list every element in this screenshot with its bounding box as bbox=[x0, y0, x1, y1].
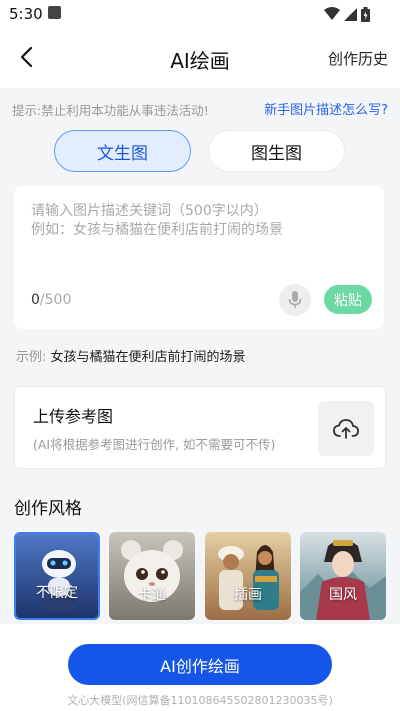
microphone-icon bbox=[288, 291, 302, 308]
tab-image-to-image[interactable]: 图生图 bbox=[208, 130, 345, 172]
style-section-title: 创作风格 bbox=[14, 499, 82, 519]
hint-row: 提示:禁止利用本功能从事违法活动! 新手图片描述怎么写? bbox=[0, 96, 400, 120]
warning-hint: 提示:禁止利用本功能从事违法活动! bbox=[12, 103, 209, 118]
create-button[interactable]: AI创作绘画 bbox=[68, 644, 332, 685]
char-count-max: /500 bbox=[39, 292, 72, 308]
status-time: 5:30 bbox=[9, 5, 43, 23]
upload-button[interactable] bbox=[318, 401, 374, 456]
style-label: 卡通 bbox=[138, 587, 166, 603]
status-bar: 5:30 bbox=[0, 0, 400, 28]
signal-icon bbox=[344, 7, 357, 21]
upload-reference-card[interactable]: 上传参考图 (AI将根据参考图进行创作, 如不需要可不传) bbox=[14, 386, 386, 469]
style-label: 不限定 bbox=[36, 585, 78, 601]
battery-icon bbox=[361, 6, 370, 22]
style-option-chinese-style[interactable]: 国风 bbox=[300, 532, 386, 620]
placeholder-line-1: 请输入图片描述关键词（500字以内） bbox=[31, 203, 268, 219]
chinese-style-woman-image bbox=[300, 532, 386, 620]
prompt-input-card[interactable]: 请输入图片描述关键词（500字以内） 例如：女孩与橘猫在便利店前打闹的场景 0/… bbox=[14, 186, 384, 329]
paste-button[interactable]: 粘贴 bbox=[324, 285, 372, 314]
style-option-unrestricted[interactable]: 不限定 bbox=[14, 532, 100, 620]
style-option-illustration[interactable]: 插画 bbox=[205, 532, 291, 620]
example-row[interactable]: 示例: 女孩与橘猫在便利店前打闹的场景 bbox=[16, 346, 246, 365]
style-option-cartoon[interactable]: 卡通 bbox=[109, 532, 195, 620]
robot-image bbox=[16, 534, 98, 618]
tab-text-to-image[interactable]: 文生图 bbox=[54, 130, 191, 172]
prompt-placeholder[interactable]: 请输入图片描述关键词（500字以内） 例如：女孩与橘猫在便利店前打闹的场景 bbox=[31, 202, 283, 240]
example-text[interactable]: 女孩与橘猫在便利店前打闹的场景 bbox=[51, 350, 246, 365]
status-icons bbox=[324, 6, 370, 22]
style-label: 插画 bbox=[234, 587, 262, 603]
char-count-current: 0 bbox=[31, 292, 40, 308]
cloud-upload-icon bbox=[333, 418, 359, 439]
char-counter: 0/500 bbox=[31, 292, 71, 308]
nav-bar: AI绘画 创作历史 bbox=[0, 28, 400, 88]
history-link[interactable]: 创作历史 bbox=[328, 48, 388, 69]
illustration-people-image bbox=[205, 532, 291, 620]
notification-icon bbox=[48, 6, 61, 19]
cartoon-cat-image bbox=[109, 532, 195, 620]
upload-title: 上传参考图 bbox=[33, 407, 114, 426]
voice-input-button[interactable] bbox=[279, 284, 311, 316]
wifi-icon bbox=[324, 7, 340, 20]
placeholder-line-2: 例如：女孩与橘猫在便利店前打闹的场景 bbox=[31, 222, 283, 238]
style-label: 国风 bbox=[329, 587, 357, 603]
footer-filing-text: 文心大模型(网信算备110108645502801230035号) bbox=[67, 694, 333, 707]
bottom-action-area: AI创作绘画 文心大模型(网信算备110108645502801230035号) bbox=[0, 624, 400, 711]
upload-subtitle: (AI将根据参考图进行创作, 如不需要可不传) bbox=[33, 437, 276, 452]
guide-link[interactable]: 新手图片描述怎么写? bbox=[264, 99, 388, 118]
example-label: 示例: bbox=[16, 350, 47, 365]
